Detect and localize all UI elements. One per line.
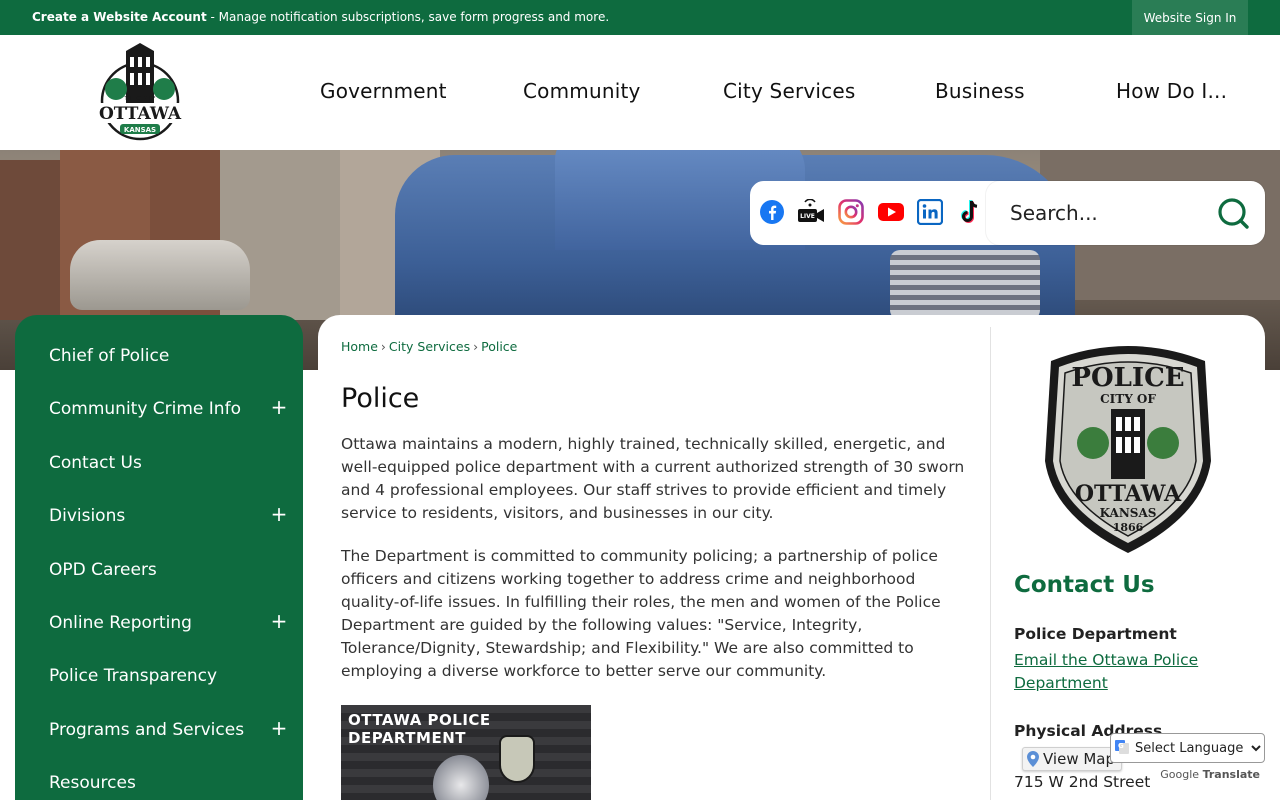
view-map-label: View Map [1043, 750, 1116, 768]
instagram-icon[interactable] [836, 197, 866, 227]
logo-state: KANSAS [124, 126, 156, 134]
linkedin-icon[interactable] [915, 197, 945, 227]
social-media-bar: LIVE [750, 181, 1000, 245]
top-utility-bar: Create a Website Account - Manage notifi… [0, 0, 1280, 35]
expand-plus-icon[interactable]: + [269, 716, 289, 740]
sidebar-item-divisions[interactable]: Divisions + [15, 490, 303, 543]
sidebar-item-chief-of-police[interactable]: Chief of Police [15, 330, 303, 383]
nav-community[interactable]: Community [523, 79, 641, 103]
banner-title: OTTAWA POLICE DEPARTMENT [348, 711, 491, 747]
hero-classic-car [70, 240, 250, 310]
expand-plus-icon[interactable]: + [269, 395, 289, 419]
nav-how-do-i[interactable]: How Do I... [1116, 79, 1227, 103]
sidebar-item-label: Chief of Police [49, 346, 170, 366]
intro-paragraph: Ottawa maintains a modern, highly traine… [341, 435, 965, 522]
section-sidebar-nav: Chief of Police Community Crime Info + C… [15, 315, 303, 800]
breadcrumb-home[interactable]: Home [341, 339, 378, 354]
sidebar-item-label: Contact Us [49, 453, 142, 473]
contact-us-heading: Contact Us [1014, 572, 1155, 598]
create-account-message[interactable]: Create a Website Account - Manage notifi… [32, 10, 609, 24]
search-button[interactable] [1215, 195, 1251, 231]
website-sign-in-button[interactable]: Website Sign In [1132, 0, 1248, 35]
sidebar-item-label: OPD Careers [49, 560, 157, 580]
breadcrumb: Home › City Services › Police [341, 339, 517, 354]
sidebar-item-label: Programs and Services [49, 720, 245, 740]
sidebar-item-resources[interactable]: Resources [15, 757, 303, 800]
logo-city-name: OTTAWA [99, 104, 182, 124]
sidebar-item-contact-us[interactable]: Contact Us [15, 437, 303, 490]
select-language-dropdown[interactable]: Select Language [1110, 733, 1265, 763]
tiktok-icon[interactable] [955, 197, 985, 227]
badge-city-of-text: CITY OF [1100, 392, 1156, 406]
svg-text:LIVE: LIVE [800, 213, 815, 220]
expand-plus-icon[interactable]: + [269, 609, 289, 633]
police-badge-image: POLICE CITY OF OTTAWA KANSAS 1866 [1043, 341, 1213, 556]
search-icon [1218, 198, 1249, 229]
police-department-banner-image[interactable]: OTTAWA POLICE DEPARTMENT [341, 705, 591, 800]
map-pin-icon [1027, 751, 1039, 767]
expand-plus-icon[interactable]: + [269, 502, 289, 526]
sidebar-item-label: Resources [49, 773, 136, 793]
main-navigation: Government Community City Services Busin… [0, 79, 1280, 107]
sidebar-item-police-transparency[interactable]: Police Transparency [15, 650, 303, 703]
sidebar-item-programs-and-services[interactable]: Programs and Services + [15, 704, 303, 757]
search-input[interactable] [1010, 195, 1210, 231]
breadcrumb-separator: › [473, 339, 479, 354]
banner-patch-icon [499, 735, 535, 783]
breadcrumb-separator: › [380, 339, 386, 354]
sidebar-item-opd-careers[interactable]: OPD Careers [15, 544, 303, 597]
google-translate-widget: Select Language G Google Translate [1110, 733, 1265, 785]
sidebar-item-label: Police Transparency [49, 666, 218, 686]
breadcrumb-city-services[interactable]: City Services [389, 339, 470, 354]
view-map-button[interactable]: View Map [1022, 747, 1123, 771]
site-search [986, 181, 1265, 245]
powered-by-google-translate[interactable]: Google Translate [1160, 768, 1260, 781]
badge-ottawa-text: OTTAWA [1075, 481, 1182, 507]
values-paragraph: The Department is committed to community… [341, 547, 941, 680]
badge-year-text: 1866 [1113, 521, 1144, 534]
contact-department-name: Police Department [1014, 625, 1177, 643]
column-divider [990, 327, 991, 800]
page-title: Police [341, 383, 420, 414]
translate-label: Translate [1202, 768, 1260, 781]
sidebar-item-online-reporting[interactable]: Online Reporting + [15, 597, 303, 650]
breadcrumb-police[interactable]: Police [481, 339, 517, 354]
facebook-icon[interactable] [757, 197, 787, 227]
sidebar-item-label: Online Reporting [49, 613, 192, 633]
sidebar-item-label: Community Crime Info [49, 399, 241, 419]
nav-city-services[interactable]: City Services [723, 79, 856, 103]
google-wordmark: Google [1160, 768, 1200, 781]
badge-kansas-text: KANSAS [1100, 506, 1157, 520]
badge-police-text: POLICE [1071, 363, 1184, 393]
nav-business[interactable]: Business [935, 79, 1025, 103]
live-video-icon[interactable]: LIVE [796, 197, 826, 227]
create-account-description: - Manage notification subscriptions, sav… [206, 10, 610, 24]
main-content: Home › City Services › Police Police Ottawa … [318, 315, 1265, 800]
youtube-icon[interactable] [876, 197, 906, 227]
sidebar-item-label: Divisions [49, 506, 126, 526]
email-police-link[interactable]: Email the Ottawa Police Department [1014, 649, 1224, 695]
create-account-link[interactable]: Create a Website Account [32, 10, 207, 24]
site-header: THE CITY OF OTTAWA KANSAS Government Com… [0, 35, 1280, 150]
nav-government[interactable]: Government [320, 79, 447, 103]
sidebar-item-community-crime-info[interactable]: Community Crime Info + [15, 383, 303, 436]
